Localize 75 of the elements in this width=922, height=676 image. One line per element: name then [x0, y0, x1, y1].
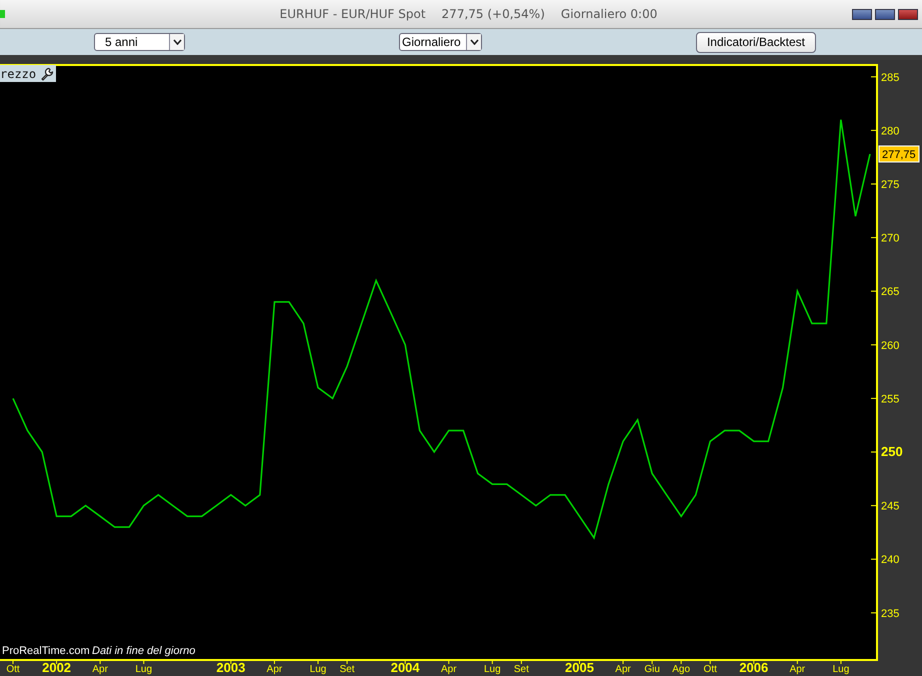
- last-price-tag: 277,75: [878, 145, 920, 162]
- y-tick-label: 270: [881, 232, 900, 245]
- x-tick: Lug: [484, 660, 501, 675]
- y-tick: 260: [870, 340, 900, 352]
- x-tick: Apr: [266, 660, 282, 675]
- x-tick: Set: [340, 660, 355, 675]
- x-tick: Apr: [440, 660, 457, 675]
- x-tick: Apr: [92, 660, 108, 675]
- y-tick-label: 255: [881, 393, 900, 406]
- x-tick: Set: [514, 660, 529, 675]
- caret-icon: [466, 34, 481, 50]
- x-tick-label: Apr: [790, 664, 806, 675]
- x-tick-label: Ott: [6, 664, 20, 675]
- x-tick: Giu: [644, 660, 660, 675]
- y-tick-label: 245: [881, 500, 900, 513]
- y-tick: 245: [870, 500, 900, 513]
- y-tick: 280: [870, 125, 900, 138]
- data-note: Dati in fine del giorno: [92, 645, 196, 657]
- y-tick-label: 235: [881, 608, 900, 620]
- y-tick: 250: [870, 444, 903, 460]
- x-tick-label: Lug: [832, 664, 850, 675]
- x-tick: 2003: [216, 660, 246, 675]
- range-dropdown[interactable]: 5 anni: [94, 33, 185, 51]
- period-dropdown[interactable]: Giornaliero: [399, 33, 482, 51]
- x-tick: 2002: [42, 660, 72, 675]
- x-tick-label: Apr: [615, 664, 632, 675]
- x-tick: Apr: [790, 660, 806, 675]
- y-tick: 240: [870, 554, 900, 566]
- y-tick-label: 280: [881, 125, 900, 138]
- x-tick-label: Giu: [644, 664, 660, 675]
- period-label: Giornaliero 0:00: [560, 7, 658, 21]
- price-change: 277,75 (+0,54%): [442, 7, 545, 21]
- y-tick: 255: [870, 393, 900, 406]
- y-tick-label: 250: [881, 444, 903, 460]
- y-tick: 270: [870, 232, 900, 245]
- caret-icon: [169, 34, 184, 50]
- x-tick: Lug: [832, 660, 850, 675]
- x-tick: 2006: [739, 660, 768, 675]
- status-indicator: [0, 10, 5, 18]
- y-tick: 285: [870, 72, 900, 84]
- x-tick-label: Ago: [672, 664, 691, 675]
- x-tick: Ott: [6, 660, 20, 675]
- x-tick-label: Set: [514, 664, 530, 675]
- y-tick: 275: [870, 179, 900, 191]
- y-tick-label: 275: [881, 179, 900, 191]
- x-tick: Apr: [615, 660, 631, 675]
- x-tick: Lug: [135, 660, 152, 675]
- window-title: EURHUF - EUR/HUF Spot: [280, 7, 426, 21]
- x-tick-label: Apr: [440, 664, 458, 675]
- close-button[interactable]: [898, 8, 918, 20]
- legend-tab[interactable]: rezzo: [0, 65, 56, 82]
- minimize-button[interactable]: [852, 8, 872, 20]
- x-tick-label: Ott: [704, 664, 718, 675]
- x-tick: Ago: [672, 660, 690, 675]
- x-tick: 2005: [565, 660, 594, 675]
- y-tick: 265: [870, 286, 900, 298]
- y-tick-label: 240: [881, 554, 900, 566]
- maximize-button[interactable]: [875, 8, 895, 20]
- source-label: ProRealTime.com: [2, 645, 90, 657]
- x-tick: 2004: [390, 660, 420, 675]
- x-tick-label: Set: [340, 664, 355, 675]
- legend-label: rezzo: [0, 66, 36, 80]
- y-tick: 235: [870, 608, 900, 620]
- y-tick-label: 285: [881, 72, 900, 84]
- y-tick-label: 265: [881, 286, 900, 298]
- y-tick-label: 260: [881, 340, 900, 352]
- x-tick-label: Apr: [92, 664, 109, 675]
- x-tick-label: Lug: [135, 664, 152, 675]
- x-tick-label: Lug: [310, 664, 326, 675]
- x-tick-label: Lug: [484, 664, 501, 675]
- x-tick-label: Apr: [266, 664, 283, 675]
- x-tick: Lug: [310, 660, 326, 675]
- wrench-icon: [40, 66, 54, 80]
- x-tick: Ott: [704, 660, 717, 675]
- indicators-button[interactable]: Indicatori/Backtest: [696, 32, 816, 52]
